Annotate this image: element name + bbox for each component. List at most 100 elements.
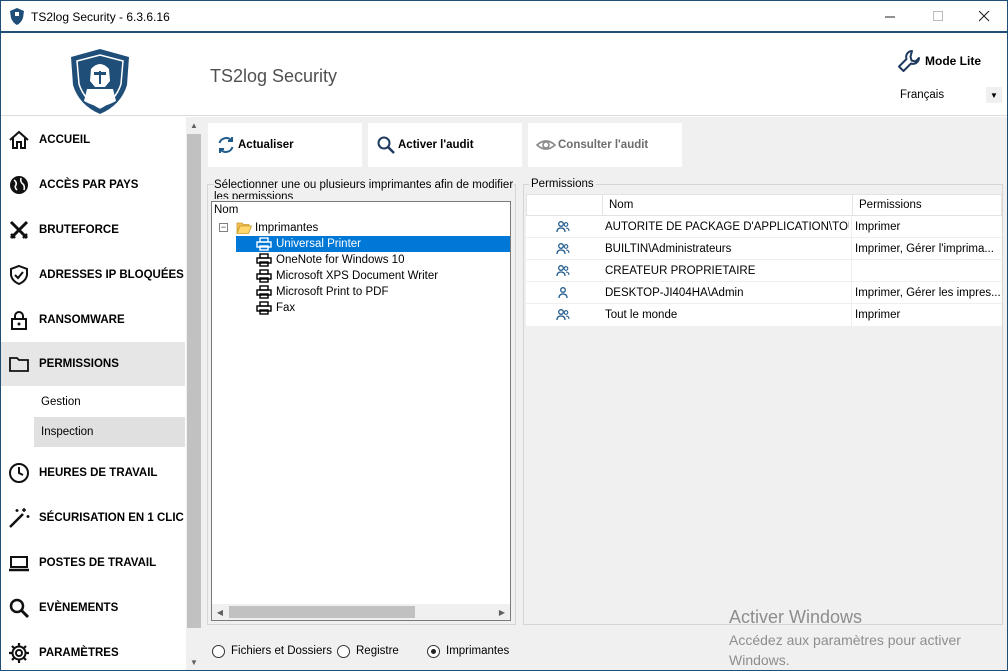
sidebar-item-ransomware[interactable]: RANSOMWARE	[1, 298, 185, 342]
sidebar-item-label: PERMISSIONS	[39, 358, 119, 370]
printer-label: Microsoft Print to PDF	[276, 286, 389, 298]
maximize-button[interactable]	[915, 1, 961, 31]
printer-icon	[256, 269, 272, 283]
sidebar-item-evenements[interactable]: EVÈNEMENTS	[1, 586, 185, 630]
sidebar-item-accueil[interactable]: ACCUEIL	[1, 118, 185, 162]
view-audit-label: Consulter l'audit	[558, 139, 649, 151]
view-audit-button[interactable]: Consulter l'audit	[528, 123, 682, 167]
printer-tree[interactable]: Nom − Imprimantes Universal Printer OneN…	[211, 201, 511, 621]
tree-column-header[interactable]: Nom	[214, 204, 238, 216]
sidebar-item-acces-par-pays[interactable]: ACCÈS PAR PAYS	[1, 163, 185, 207]
permissions-title: Permissions	[529, 178, 596, 190]
radio-indicator[interactable]	[212, 644, 225, 658]
table-row[interactable]: BUILTIN\Administrateurs Imprimer, Gérer …	[526, 238, 1002, 260]
sidebar-subitem-inspection[interactable]: Inspection	[34, 417, 185, 447]
sidebar-item-adresses-ip-bloquees[interactable]: ADRESSES IP BLOQUÉES	[1, 253, 185, 297]
radio-files-folders[interactable]: Fichiers et Dossiers	[212, 642, 332, 660]
table-row[interactable]: DESKTOP-JI404HA\Admin Imprimer, Gérer le…	[526, 282, 1002, 304]
language-select[interactable]: Français ▼	[898, 85, 1002, 105]
sidebar-item-label: EVÈNEMENTS	[39, 602, 119, 614]
enable-audit-button[interactable]: Activer l'audit	[368, 123, 522, 167]
cell-separator	[851, 238, 852, 260]
sidebar-item-heures-de-travail[interactable]: HEURES DE TRAVAIL	[1, 451, 185, 495]
tree-item-printer[interactable]: Universal Printer	[236, 236, 510, 252]
sidebar-item-postes-de-travail[interactable]: POSTES DE TRAVAIL	[1, 541, 185, 585]
chevron-down-icon[interactable]: ▼	[986, 87, 1002, 103]
scroll-left-arrow-icon[interactable]: ◀	[212, 604, 228, 620]
table-row[interactable]: Tout le monde Imprimer	[526, 304, 1002, 326]
row-name: CREATEUR PROPRIETAIRE	[605, 265, 756, 277]
row-name: DESKTOP-JI404HA\Admin	[605, 287, 744, 299]
sidebar-item-permissions[interactable]: PERMISSIONS	[1, 342, 185, 386]
enable-audit-label: Activer l'audit	[398, 139, 474, 151]
tree-horizontal-scrollbar[interactable]: ◀ ▶	[212, 604, 510, 620]
main-content: Actualiser Activer l'audit Consulter l'a…	[202, 117, 1007, 670]
app-window: TS2log Security - 6.3.6.16 TS2log Securi…	[0, 0, 1008, 671]
radio-label: Fichiers et Dossiers	[231, 645, 332, 657]
user-group-icon	[556, 221, 570, 233]
radio-label: Registre	[356, 645, 399, 657]
table-row[interactable]: AUTORITÉ DE PACKAGE D'APPLICATION\TOUS .…	[526, 216, 1002, 238]
tree-item-printer[interactable]: OneNote for Windows 10	[256, 252, 404, 268]
printer-icon	[256, 301, 272, 315]
clock-icon	[9, 463, 29, 483]
cell-separator	[851, 260, 852, 282]
permissions-table-header: Nom Permissions	[526, 194, 1002, 216]
column-header-name[interactable]: Nom	[609, 199, 633, 211]
sidebar-item-securisation-1-clic[interactable]: SÉCURISATION EN 1 CLIC	[1, 496, 185, 540]
column-header-permissions[interactable]: Permissions	[859, 199, 922, 211]
row-permissions: Imprimer, Gérer l'imprima...	[855, 243, 994, 255]
printer-label: Universal Printer	[276, 238, 361, 250]
tree-item-printer[interactable]: Fax	[256, 300, 295, 316]
scroll-right-arrow-icon[interactable]: ▶	[494, 604, 510, 620]
sidebar-item-parametres[interactable]: PARAMÈTRES	[1, 631, 185, 670]
tree-item-printer[interactable]: Microsoft Print to PDF	[256, 284, 388, 300]
language-value: Français	[900, 89, 945, 101]
sidebar-subitem-gestion[interactable]: Gestion	[34, 387, 185, 417]
sidebar-item-label: ACCÈS PAR PAYS	[39, 179, 139, 191]
sidebar-scrollbar[interactable]: ▲ ▼	[186, 117, 202, 670]
scroll-down-arrow-icon[interactable]: ▼	[186, 654, 202, 670]
cell-separator	[851, 216, 852, 238]
sidebar-item-label: RANSOMWARE	[39, 314, 125, 326]
tree-scroll-thumb[interactable]	[229, 606, 415, 618]
refresh-button[interactable]: Actualiser	[208, 123, 362, 167]
radio-indicator-selected[interactable]	[427, 644, 440, 658]
column-separator	[852, 195, 853, 215]
swords-icon	[9, 220, 29, 240]
scroll-up-arrow-icon[interactable]: ▲	[186, 117, 202, 133]
minimize-icon	[884, 16, 895, 17]
sidebar-scroll-thumb[interactable]	[187, 134, 201, 628]
sidebar-item-label: ACCUEIL	[39, 134, 91, 146]
open-folder-icon	[236, 222, 252, 234]
sidebar-item-bruteforce[interactable]: BRUTEFORCE	[1, 208, 185, 252]
printer-icon	[256, 253, 272, 267]
radio-indicator[interactable]	[337, 644, 350, 658]
cell-separator	[851, 282, 852, 304]
row-permissions: Imprimer	[855, 309, 901, 321]
laptop-icon	[9, 556, 29, 572]
close-icon	[978, 10, 989, 21]
search-icon	[377, 136, 395, 154]
shield-check-icon	[10, 264, 28, 286]
sidebar-subitem-label: Inspection	[41, 426, 94, 438]
printer-label: Microsoft XPS Document Writer	[276, 270, 439, 282]
refresh-label: Actualiser	[238, 139, 294, 151]
radio-registry[interactable]: Registre	[337, 642, 399, 660]
table-row[interactable]: CREATEUR PROPRIETAIRE	[526, 260, 1002, 282]
knight-shield-logo-icon	[71, 49, 129, 114]
collapse-toggle-icon[interactable]: −	[219, 223, 228, 232]
permissions-table[interactable]: Nom Permissions AUTORITÉ DE PACKAGE D'AP…	[526, 194, 1002, 622]
tree-item-printer[interactable]: Microsoft XPS Document Writer	[256, 268, 438, 284]
row-name: Tout le monde	[605, 309, 678, 321]
tree-root-item[interactable]: Imprimantes	[236, 220, 318, 236]
printer-label: Fax	[276, 302, 296, 314]
window-title: TS2log Security - 6.3.6.16	[31, 10, 170, 24]
mode-lite-button[interactable]: Mode Lite	[897, 48, 997, 74]
radio-printers[interactable]: Imprimantes	[427, 642, 509, 660]
user-group-icon	[556, 243, 570, 255]
close-button[interactable]	[961, 1, 1007, 31]
mode-lite-label: Mode Lite	[925, 54, 981, 68]
printer-icon	[256, 237, 272, 251]
minimize-button[interactable]	[867, 1, 913, 31]
